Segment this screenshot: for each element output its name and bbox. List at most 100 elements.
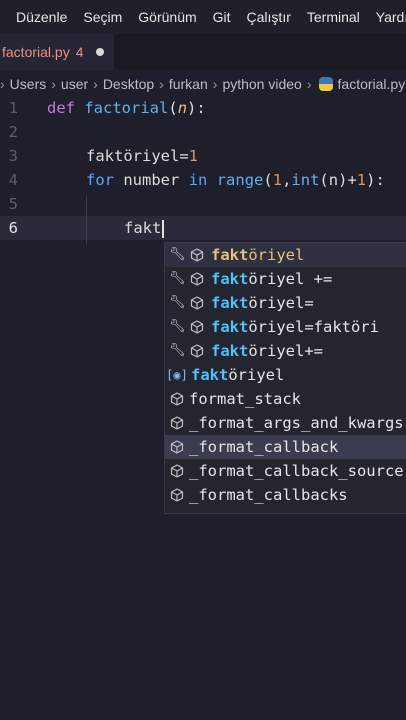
menu-terminal[interactable]: Terminal (307, 9, 360, 25)
variable: number (123, 171, 180, 189)
suggestion-match: fakt (211, 294, 249, 312)
menu-selection[interactable]: Seçim (83, 9, 122, 25)
suggestion-item[interactable]: _format_callback (165, 435, 406, 459)
line-number: 4 (8, 171, 18, 189)
code-text: faktöriyel=1 (86, 144, 198, 168)
typed-text: fakt (124, 219, 162, 237)
suggestion-rest: öriyel= (248, 294, 314, 312)
suggestion-item[interactable]: _format_callbacks (165, 483, 406, 507)
wrench-icon: 🔧︎ (169, 343, 186, 358)
operator: = (179, 147, 189, 165)
cube-icon (189, 319, 205, 335)
chevron-right-icon: › (93, 76, 98, 92)
code-line-1[interactable]: 1 def factorial(n): (0, 96, 406, 120)
breadcrumb-furkan[interactable]: furkan (169, 76, 208, 92)
tab-factorial-py[interactable]: factorial.py 4 (0, 34, 114, 70)
cube-icon (169, 487, 185, 503)
line-number: 3 (8, 147, 18, 165)
cube-icon (169, 439, 185, 455)
variable-n: n (328, 171, 339, 189)
wrench-icon: 🔧︎ (169, 271, 186, 286)
menu-edit[interactable]: Düzenle (16, 9, 67, 25)
suggestion-text: _format_callback_source (189, 462, 404, 480)
keyword-for: for (86, 171, 114, 189)
code-line-2[interactable]: 2 (0, 120, 406, 144)
suggestion-text: format_stack (189, 390, 301, 408)
code-line-5[interactable]: 5 (0, 192, 406, 216)
cube-icon (169, 463, 185, 479)
variable: faktöriyel (86, 147, 180, 165)
problems-count: 4 (75, 44, 84, 60)
suggestion-item[interactable]: 🔧︎ fakt öriyel=faktöri (165, 315, 406, 339)
breadcrumb-user[interactable]: user (61, 76, 88, 92)
suggestion-item[interactable]: format_stack (165, 387, 406, 411)
tab-bar: factorial.py 4 (0, 34, 406, 70)
breadcrumb-users[interactable]: Users (10, 76, 47, 92)
line-number: 6 (8, 219, 18, 237)
paren: ( (319, 171, 329, 189)
number: 1 (188, 147, 199, 165)
menu-bar: Düzenle Seçim Görünüm Git Çalıştır Termi… (0, 0, 406, 34)
tab-label: factorial.py (2, 44, 70, 60)
suggestion-match: fakt (211, 318, 249, 336)
unsaved-dot-icon[interactable] (95, 48, 104, 56)
suggestion-match: fakt (211, 246, 249, 264)
keyword-in: in (188, 171, 208, 189)
code-text: fakt (124, 216, 165, 240)
cube-icon (189, 271, 205, 287)
chevron-right-icon: › (0, 76, 5, 92)
menu-run[interactable]: Çalıştır (247, 9, 291, 25)
suggestion-item[interactable]: _format_args_and_kwargs (165, 411, 406, 435)
code-line-4[interactable]: 4 for number in range(1,int(n)+1): (0, 168, 406, 192)
chevron-right-icon: › (51, 76, 56, 92)
suggestion-match: fakt (211, 342, 249, 360)
number: 1 (272, 171, 283, 189)
code-text: for number in range(1,int(n)+1): (86, 168, 385, 192)
wrench-icon: 🔧︎ (169, 295, 186, 310)
suggestion-rest: öriyel (228, 366, 285, 384)
chevron-right-icon: › (159, 76, 164, 92)
breadcrumb-desktop[interactable]: Desktop (103, 76, 154, 92)
chevron-right-icon: › (212, 76, 218, 92)
suggestion-rest: öriyel += (248, 270, 333, 288)
line-number: 1 (8, 99, 18, 117)
function-name: factorial (84, 99, 169, 117)
paren: ( (263, 171, 273, 189)
suggestion-rest: öriyel=faktöri (248, 318, 379, 336)
suggestion-item[interactable]: [◉] fakt öriyel (165, 363, 406, 387)
builtin-range: range (216, 171, 264, 189)
suggestion-item[interactable]: 🔧︎ fakt öriyel (165, 243, 406, 267)
cube-icon (169, 391, 185, 407)
suggestion-match: fakt (191, 366, 229, 384)
breadcrumb-file[interactable]: factorial.py (338, 76, 406, 92)
cube-icon (189, 247, 205, 263)
suggestion-item[interactable]: 🔧︎ fakt öriyel+= (165, 339, 406, 363)
paren-colon: ): (187, 99, 206, 117)
menu-help[interactable]: Yardım (376, 9, 406, 25)
variable-icon: [◉] (166, 368, 188, 382)
paren: ( (168, 99, 178, 117)
suggestion-rest: öriyel (248, 246, 305, 264)
suggestion-text: _format_callbacks (189, 486, 348, 504)
breadcrumb-python-video[interactable]: python video (222, 76, 301, 92)
code-line-3[interactable]: 3 faktöriyel=1 (0, 144, 406, 168)
python-file-icon (318, 77, 333, 91)
line-number: 5 (8, 195, 18, 213)
cube-icon (169, 415, 185, 431)
suggestion-text: _format_args_and_kwargs (189, 414, 404, 432)
code-line-6[interactable]: 6 fakt (0, 216, 406, 240)
wrench-icon: 🔧︎ (169, 247, 186, 262)
cube-icon (189, 295, 205, 311)
text-cursor (162, 219, 165, 238)
suggestion-item[interactable]: 🔧︎ fakt öriyel += (165, 267, 406, 291)
menu-view[interactable]: Görünüm (138, 9, 196, 25)
number: 1 (356, 171, 367, 189)
suggestion-item[interactable]: _format_callback_source (165, 459, 406, 483)
indent-guide (86, 196, 87, 244)
suggestion-text: _format_callback (189, 438, 339, 456)
wrench-icon: 🔧︎ (169, 319, 186, 334)
suggestion-item[interactable]: 🔧︎ fakt öriyel= (165, 291, 406, 315)
suggestion-rest: öriyel+= (248, 342, 323, 360)
menu-go[interactable]: Git (213, 9, 231, 25)
line-number: 2 (8, 123, 18, 141)
